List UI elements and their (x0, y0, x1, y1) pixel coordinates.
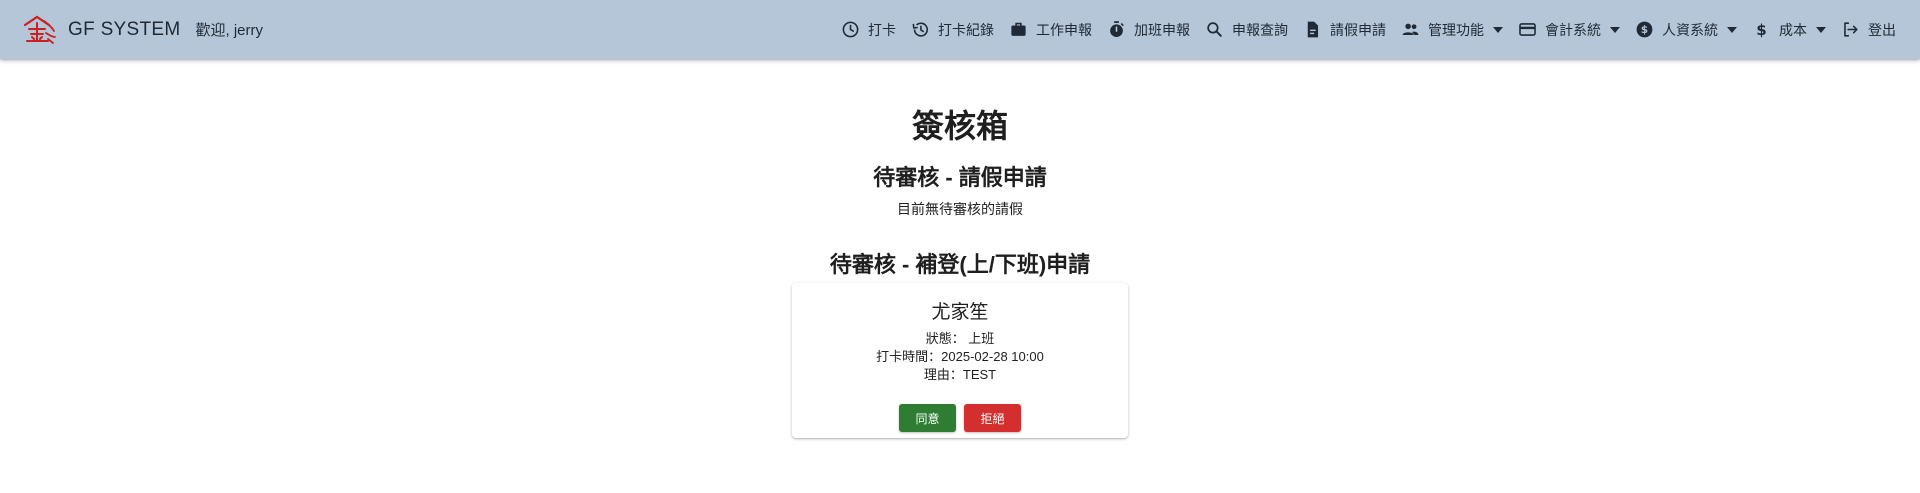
punch-status: 狀態： 上班 (925, 331, 995, 346)
brand[interactable]: GF SYSTEM (22, 15, 181, 45)
nav-label: 人資系統 (1662, 21, 1718, 38)
nav-label: 會計系統 (1545, 21, 1601, 38)
punch-section-title: 待審核 - 補登(上/下班)申請 (829, 252, 1091, 277)
leave-empty-message: 目前無待審核的請假 (897, 201, 1023, 217)
logo-calligraphy-mark (23, 15, 56, 44)
approve-button[interactable]: 同意 (899, 404, 956, 432)
chevron-down-icon (1727, 26, 1737, 33)
document-icon (1303, 20, 1322, 39)
clock-icon (841, 20, 860, 39)
nav-item-work-report[interactable]: 工作申報 (1009, 20, 1092, 40)
chevron-down-icon (1610, 26, 1620, 33)
applicant-name: 尤家笙 (931, 302, 989, 323)
svg-text:$: $ (1756, 21, 1766, 39)
nav-label: 登出 (1868, 21, 1896, 38)
nav-menu: 打卡 打卡紀錄 工作申報 加班申報 申報查詢 請假申請 管理功能 會計系統 $ … (841, 0, 1896, 59)
punch-time: 打卡時間：2025-02-28 10:00 (876, 349, 1044, 364)
nav-label: 請假申請 (1330, 21, 1386, 38)
nav-label: 成本 (1779, 21, 1807, 38)
nav-label: 加班申報 (1134, 21, 1190, 38)
nav-label: 申報查詢 (1232, 21, 1288, 38)
nav-item-accounting[interactable]: 會計系統 (1518, 20, 1620, 40)
nav-label: 打卡 (868, 21, 896, 38)
nav-item-management[interactable]: 管理功能 (1401, 20, 1503, 40)
logout-icon (1841, 20, 1860, 39)
timer-icon (1107, 20, 1126, 39)
welcome-text: 歡迎, jerry (195, 22, 264, 39)
nav-item-punch-history[interactable]: 打卡紀錄 (911, 20, 994, 40)
chevron-down-icon (1493, 26, 1503, 33)
punch-request-card: 尤家笙 狀態： 上班 打卡時間：2025-02-28 10:00 理由：TEST… (792, 283, 1128, 438)
history-icon (911, 20, 930, 39)
nav-label: 工作申報 (1036, 21, 1092, 38)
dollar-circle-icon: $ (1635, 20, 1654, 39)
nav-item-punch[interactable]: 打卡 (841, 20, 896, 40)
page-title: 簽核箱 (911, 108, 1008, 144)
reject-button[interactable]: 拒絕 (964, 404, 1021, 432)
nav-item-leave-request[interactable]: 請假申請 (1303, 20, 1386, 40)
people-icon (1401, 20, 1420, 39)
credit-card-icon (1518, 20, 1537, 39)
svg-text:$: $ (1641, 24, 1648, 36)
nav-item-hr[interactable]: $ 人資系統 (1635, 20, 1737, 40)
chevron-down-icon (1816, 26, 1826, 33)
nav-item-cost[interactable]: $ 成本 (1752, 20, 1826, 40)
nav-label: 管理功能 (1428, 21, 1484, 38)
company-logo (22, 15, 56, 45)
search-icon (1205, 20, 1224, 39)
nav-item-overtime[interactable]: 加班申報 (1107, 20, 1190, 40)
dollar-icon: $ (1752, 20, 1771, 39)
briefcase-icon (1009, 20, 1028, 39)
leave-section-title: 待審核 - 請假申請 (873, 165, 1047, 190)
nav-label: 打卡紀錄 (938, 21, 994, 38)
nav-item-logout[interactable]: 登出 (1841, 20, 1896, 40)
punch-reason: 理由：TEST (923, 367, 997, 382)
nav-item-report-query[interactable]: 申報查詢 (1205, 20, 1288, 40)
top-navbar: GF SYSTEM 歡迎, jerry 打卡 打卡紀錄 工作申報 加班申報 申報… (0, 0, 1920, 59)
brand-title[interactable]: GF SYSTEM (68, 19, 181, 41)
